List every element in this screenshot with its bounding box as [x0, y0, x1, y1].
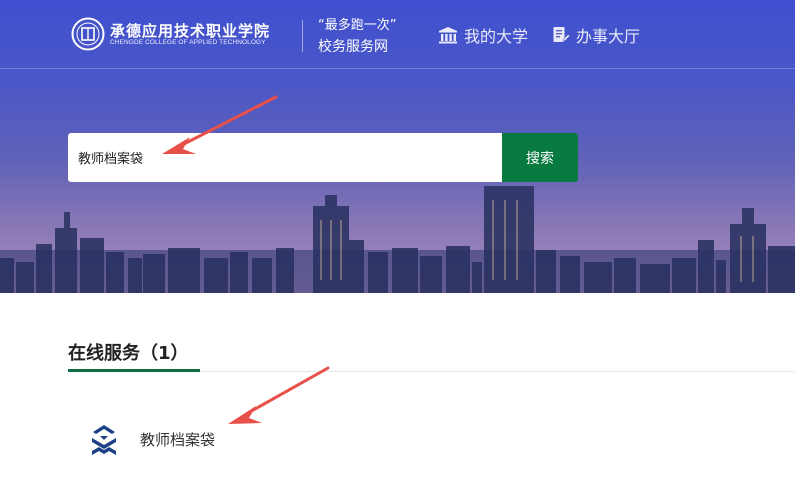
nav-my-university[interactable]: 我的大学 — [438, 23, 528, 47]
school-logo-icon — [71, 17, 105, 51]
tab-active-indicator — [68, 369, 200, 372]
slogan-line-1: “最多跑一次” — [318, 18, 397, 33]
nav-my-university-label: 我的大学 — [464, 27, 529, 46]
school-name-en: CHENGDE COLLEGE OF APPLIED TECHNOLOGY — [110, 39, 266, 46]
header-separator — [0, 68, 795, 69]
brand-divider — [302, 20, 303, 52]
building-icon — [439, 27, 457, 44]
online-services-title[interactable]: 在线服务（1） — [68, 339, 189, 365]
nav-service-hall-label: 办事大厅 — [576, 27, 641, 46]
annotation-arrow-service — [228, 366, 330, 424]
nav-service-hall[interactable]: 办事大厅 — [552, 23, 640, 47]
school-name-cn: 承德应用技术职业学院 — [110, 22, 271, 40]
service-item-teacher-archive[interactable]: 教师档案袋 — [140, 429, 215, 450]
slogan-line-2: 校务服务网 — [318, 39, 388, 55]
document-edit-icon — [553, 27, 570, 43]
service-logo-icon[interactable] — [88, 424, 120, 460]
search-button[interactable]: 搜索 — [502, 133, 578, 182]
hero-banner: 承德应用技术职业学院 CHENGDE COLLEGE OF APPLIED TE… — [0, 0, 795, 293]
search-input[interactable] — [68, 133, 502, 182]
